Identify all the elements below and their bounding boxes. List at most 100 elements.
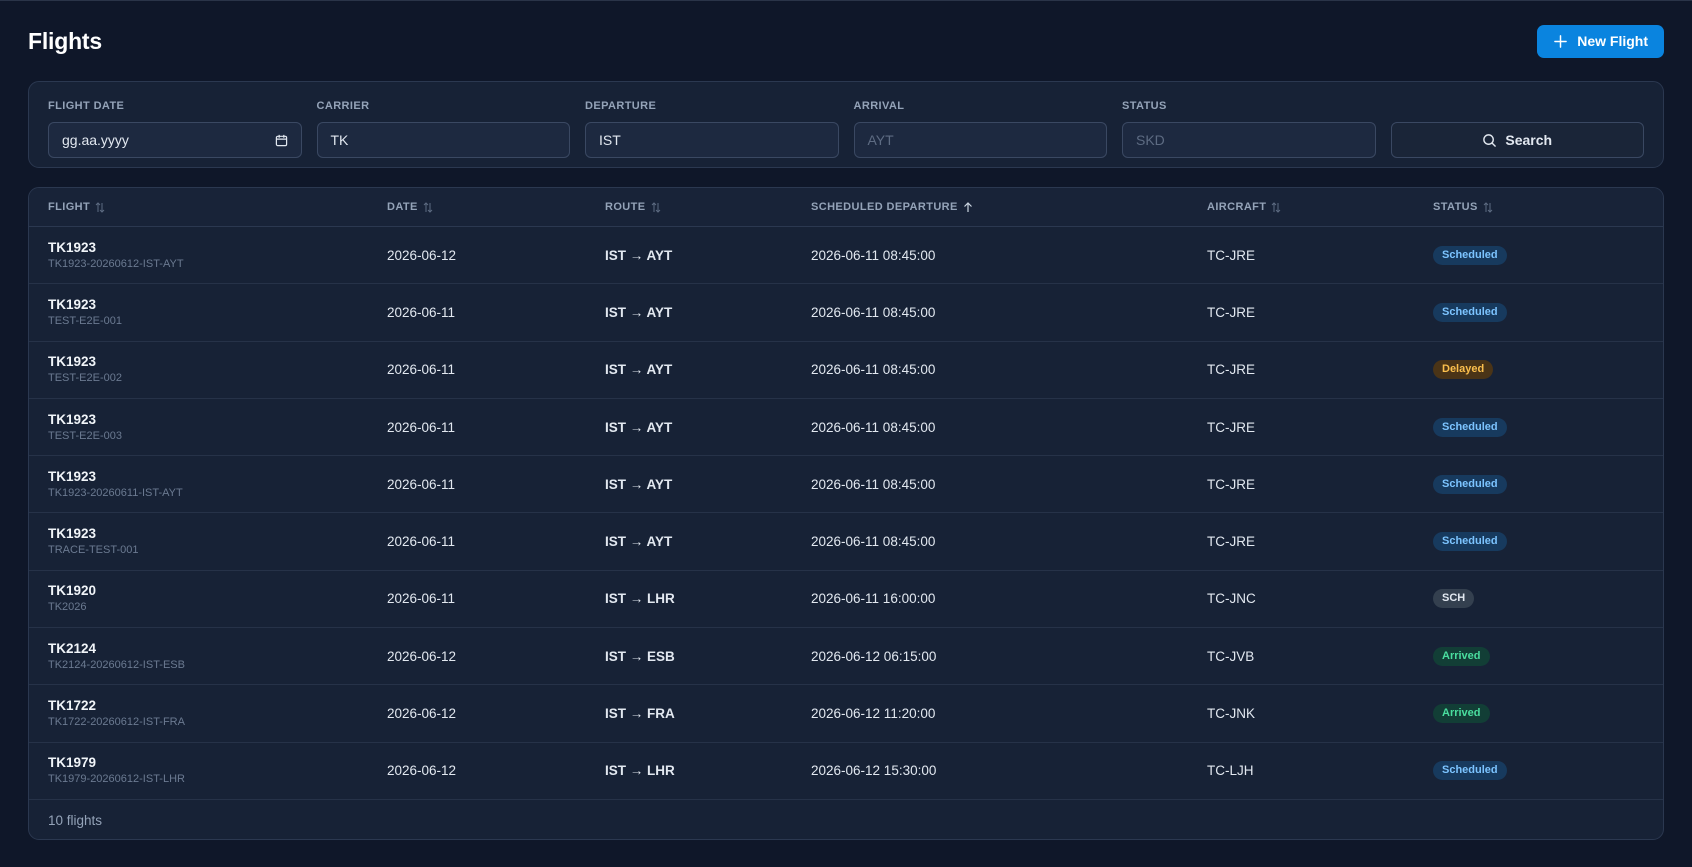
date-cell: 2026-06-11: [387, 362, 456, 378]
flight-date-label: FLIGHT DATE: [48, 100, 125, 112]
status-cell: Scheduled: [1433, 474, 1633, 494]
status-badge: Delayed: [1433, 360, 1494, 380]
status-cell: SCH: [1433, 589, 1633, 609]
column-header-aircraft[interactable]: AIRCRAFT: [1207, 201, 1433, 213]
table-row[interactable]: TK1923 TEST-E2E-002 2026-06-11 IST → AYT 202…: [29, 342, 1663, 399]
sort-icon: [1272, 201, 1281, 213]
column-header-scheduled-departure[interactable]: SCHEDULED DEPARTURE: [811, 201, 1207, 213]
status-cell: Scheduled: [1433, 302, 1633, 322]
column-label: STATUS: [1433, 201, 1478, 213]
sort-icon: [651, 201, 660, 213]
flight-cell: TK1923 TEST-E2E-002: [29, 353, 387, 386]
status-badge: Arrived: [1433, 704, 1490, 724]
route-cell: IST → LHR: [605, 591, 675, 607]
departure-cell: 2026-06-11 08:45:00: [811, 362, 936, 378]
column-header-route[interactable]: ROUTE: [605, 201, 811, 213]
filter-panel: FLIGHT DATE gg.aa.yyyy CARRIER TK DEPART…: [28, 81, 1664, 168]
status-cell: Delayed: [1433, 360, 1633, 380]
status-cell: Arrived: [1433, 704, 1633, 724]
status-cell: Scheduled: [1433, 761, 1633, 781]
page-header: Flights New Flight: [28, 1, 1664, 81]
status-cell: Scheduled: [1433, 532, 1633, 552]
flight-count: 10 flights: [48, 813, 103, 829]
flight-cell: TK1923 TK1923-20260612-IST-AYT: [29, 239, 387, 272]
table-row[interactable]: TK1722 TK1722-20260612-IST-FRA 2026-06-12 I…: [29, 685, 1663, 743]
status-input[interactable]: SKD: [1122, 122, 1376, 158]
flight-id: TEST-E2E-001: [48, 314, 122, 327]
sort-icon: [1483, 201, 1493, 213]
route-cell: IST → LHR: [605, 763, 675, 779]
status-badge: SCH: [1433, 589, 1475, 609]
flight-cell: TK1722 TK1722-20260612-IST-FRA: [29, 697, 387, 730]
carrier-input[interactable]: TK: [316, 122, 570, 158]
table-header: FLIGHT DATE ROUTE SCHEDULED DEPARTURE AI…: [29, 188, 1663, 227]
flight-id: TK1923-20260612-IST-AYT: [48, 257, 184, 270]
sort-icon: [423, 201, 433, 213]
table-row[interactable]: TK1923 TEST-E2E-003 2026-06-11 IST → AYT 202…: [29, 399, 1663, 457]
flight-date-input[interactable]: gg.aa.yyyy: [48, 122, 302, 158]
flight-code[interactable]: TK1923: [48, 525, 387, 542]
arrival-input[interactable]: AYT: [853, 122, 1107, 158]
filter-arrival: ARRIVAL AYT: [853, 98, 1107, 167]
departure-cell: 2026-06-11 08:45:00: [811, 534, 936, 550]
flight-cell: TK1923 TEST-E2E-001: [29, 296, 387, 329]
flight-id: TEST-E2E-003: [48, 429, 122, 442]
departure-cell: 2026-06-12 11:20:00: [811, 706, 936, 722]
flight-code[interactable]: TK1923: [48, 411, 387, 428]
column-header-date[interactable]: DATE: [387, 201, 605, 213]
flight-code[interactable]: TK1923: [48, 296, 387, 313]
new-flight-label: New Flight: [1577, 33, 1648, 49]
table-row[interactable]: TK2124 TK2124-20260612-IST-ESB 2026-06-12 I…: [29, 628, 1663, 686]
table-row[interactable]: TK1979 TK1979-20260612-IST-LHR 2026-06-12 I…: [29, 743, 1663, 800]
status-cell: Scheduled: [1433, 245, 1633, 265]
column-header-status[interactable]: STATUS: [1433, 201, 1633, 213]
flights-page: Flights New Flight FLIGHT DATE gg.aa.yyy…: [0, 1, 1692, 867]
table-row[interactable]: TK1923 TK1923-20260611-IST-AYT 2026-06-11 I…: [29, 456, 1663, 514]
route-cell: IST → AYT: [605, 304, 673, 320]
table-row[interactable]: TK1923 TEST-E2E-001 2026-06-11 IST → AYT 202…: [29, 284, 1663, 342]
departure-cell: 2026-06-11 16:00:00: [811, 591, 936, 607]
route-cell: IST → ESB: [605, 648, 675, 664]
flight-code[interactable]: TK1722: [48, 697, 387, 714]
column-label: ROUTE: [605, 201, 646, 213]
flight-code[interactable]: TK1979: [48, 754, 387, 771]
flight-code[interactable]: TK1923: [48, 353, 387, 370]
status-cell: Arrived: [1433, 646, 1633, 666]
departure-label: DEPARTURE: [585, 100, 657, 112]
filter-departure: DEPARTURE IST: [585, 98, 839, 167]
aircraft-cell: TC-LJH: [1207, 763, 1254, 779]
sort-icon: [95, 201, 105, 213]
aircraft-cell: TC-JRE: [1207, 534, 1255, 550]
search-button[interactable]: Search: [1390, 122, 1644, 158]
date-cell: 2026-06-11: [387, 534, 456, 550]
route-cell: IST → AYT: [605, 247, 673, 263]
aircraft-cell: TC-JRE: [1207, 419, 1255, 435]
table-row[interactable]: TK1923 TK1923-20260612-IST-AYT 2026-06-12 I…: [29, 227, 1663, 285]
arrow-up-icon: [963, 201, 972, 212]
flights-table: FLIGHT DATE ROUTE SCHEDULED DEPARTURE AI…: [28, 187, 1664, 840]
calendar-icon[interactable]: [275, 134, 288, 147]
route-cell: IST → AYT: [605, 362, 673, 378]
column-header-flight[interactable]: FLIGHT: [29, 201, 387, 213]
departure-cell: 2026-06-11 08:45:00: [811, 476, 936, 492]
new-flight-button[interactable]: New Flight: [1537, 24, 1664, 58]
flight-code[interactable]: TK1923: [48, 239, 387, 256]
carrier-label: CARRIER: [316, 100, 370, 112]
date-cell: 2026-06-12: [387, 648, 457, 664]
date-cell: 2026-06-12: [387, 706, 457, 722]
flight-code[interactable]: TK1923: [48, 468, 387, 485]
flight-code[interactable]: TK2124: [48, 640, 387, 657]
departure-input[interactable]: IST: [585, 122, 839, 158]
filter-status: STATUS SKD: [1122, 98, 1376, 167]
aircraft-cell: TC-JRE: [1207, 304, 1255, 320]
flight-cell: TK1920 TK2026: [29, 582, 387, 615]
search-button-label: Search: [1505, 132, 1553, 148]
table-row[interactable]: TK1920 TK2026 2026-06-11 IST → LHR 2026-06-1…: [29, 571, 1663, 629]
flight-date-value: gg.aa.yyyy: [62, 132, 129, 148]
table-row[interactable]: TK1923 TRACE-TEST-001 2026-06-11 IST → AYT 2…: [29, 513, 1663, 571]
flight-code[interactable]: TK1920: [48, 582, 387, 599]
departure-value: IST: [599, 132, 621, 148]
flight-id: TEST-E2E-002: [48, 372, 122, 385]
departure-cell: 2026-06-11 08:45:00: [811, 419, 936, 435]
flight-id: TK1923-20260611-IST-AYT: [48, 486, 183, 499]
